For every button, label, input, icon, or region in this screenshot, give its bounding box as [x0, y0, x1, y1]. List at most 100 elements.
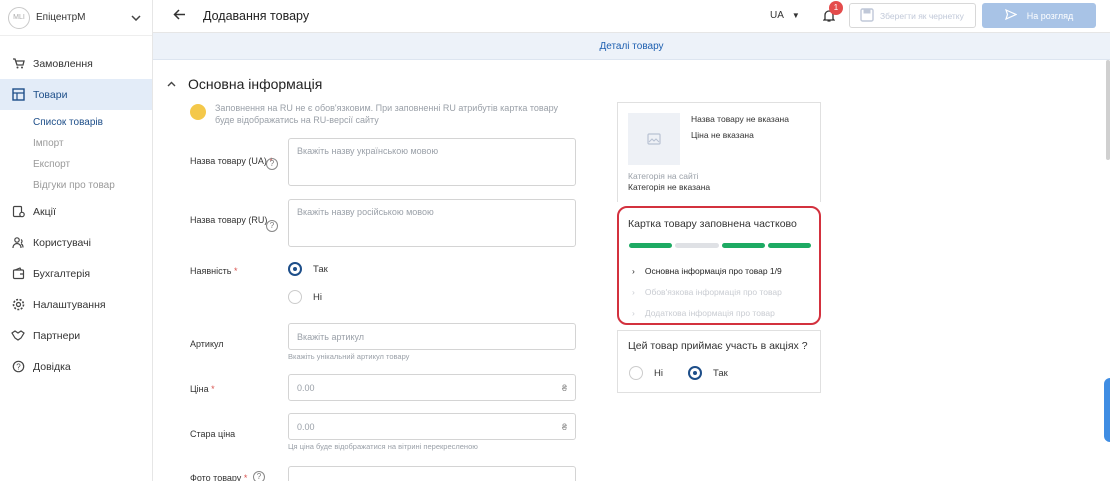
section-title: Основна інформація: [188, 76, 323, 92]
caret-down-icon: ▼: [791, 11, 800, 20]
preview-price: Ціна не вказана: [691, 130, 754, 140]
availability-label: Наявність *: [190, 265, 237, 277]
shop-switcher[interactable]: MLI ЕпіцентрМ: [0, 0, 152, 36]
availability-yes-radio[interactable]: Так: [288, 262, 328, 276]
section-header[interactable]: Основна інформація: [167, 76, 322, 92]
sku-label: Артикул: [190, 339, 224, 349]
scrollbar[interactable]: [1106, 60, 1110, 160]
preview-name: Назва товару не вказана: [691, 114, 789, 124]
price-value: 0.00: [297, 382, 315, 393]
availability-label-text: Наявність: [190, 266, 232, 276]
help-icon[interactable]: ?: [266, 220, 278, 232]
chevron-right-icon: ›: [632, 266, 635, 276]
price-input[interactable]: 0.00 ₴: [288, 374, 576, 401]
promo-yes-radio[interactable]: Так: [688, 366, 728, 380]
sidebar-item-products[interactable]: Товари: [0, 79, 152, 110]
sidebar-item-promotions[interactable]: Акції: [0, 196, 152, 227]
shop-name: ЕпіцентрМ: [36, 12, 86, 23]
radio-label: Так: [713, 367, 728, 379]
notice-text: Заповнення на RU не є обов'язковим. При …: [215, 103, 559, 125]
currency-icon: ₴: [561, 383, 567, 393]
availability-no-radio[interactable]: Ні: [288, 290, 322, 304]
preview-category-label: Категорія на сайті: [628, 171, 699, 181]
completion-row-basic[interactable]: › Основна інформація про товар 1/9: [632, 266, 782, 276]
promo-no-radio[interactable]: Ні: [629, 366, 663, 380]
radio-unchecked-icon: [288, 290, 302, 304]
sidebar-sub-product-list[interactable]: Список товарів: [0, 112, 152, 133]
required-mark: *: [243, 473, 248, 481]
row-label: Основна інформація про товар 1/9: [644, 266, 782, 276]
chevron-right-icon: ›: [632, 308, 635, 318]
sidebar: MLI ЕпіцентрМ Замовлення Товари Список т…: [0, 0, 153, 481]
save-icon: [860, 7, 874, 24]
photo-upload-area[interactable]: [288, 466, 576, 481]
old-price-value: 0.00: [297, 421, 315, 432]
completion-row-required[interactable]: › Обов'язкова інформація про товар: [632, 287, 782, 297]
progress-segment: [675, 243, 719, 248]
chevron-up-icon[interactable]: [167, 79, 176, 90]
gear-icon: [11, 298, 25, 312]
cart-icon: [11, 57, 25, 71]
save-draft-label: Зберегти як чернетку: [880, 10, 964, 21]
radio-label: Ні: [313, 291, 322, 303]
sidebar-item-settings[interactable]: Налаштування: [0, 289, 152, 320]
currency-icon: ₴: [561, 422, 567, 432]
sidebar-item-partners[interactable]: Партнери: [0, 320, 152, 351]
sidebar-sub-import[interactable]: Імпорт: [0, 133, 152, 154]
radio-unchecked-icon: [629, 366, 643, 380]
name-ru-input[interactable]: Вкажіть назву російською мовою: [288, 199, 576, 247]
sidebar-sub-export[interactable]: Експорт: [0, 154, 152, 175]
name-ua-input[interactable]: Вкажіть назву українською мовою: [288, 138, 576, 186]
sidebar-item-accounting[interactable]: Бухгалтерія: [0, 258, 152, 289]
back-arrow-icon[interactable]: [173, 7, 187, 25]
send-icon: [1004, 8, 1018, 22]
notification-badge: 1: [829, 1, 843, 15]
side-chat-tab[interactable]: [1104, 378, 1110, 442]
promotions-card: Цей товар приймає участь в акціях ? Ні Т…: [617, 330, 821, 393]
old-price-input[interactable]: 0.00 ₴: [288, 413, 576, 440]
sidebar-nav: Замовлення Товари Список товарів Імпорт …: [0, 36, 152, 382]
price-label-text: Ціна: [190, 384, 209, 394]
tab-product-details[interactable]: Деталі товару: [153, 33, 1110, 60]
help-icon: ?: [11, 360, 25, 374]
sku-hint: Вкажіть унікальний артикул товару: [288, 352, 410, 361]
language-value: UA: [770, 10, 784, 21]
row-label: Обов'язкова інформація про товар: [644, 287, 782, 297]
completion-row-additional[interactable]: › Додаткова інформація про товар: [632, 308, 775, 318]
sidebar-item-label: Товари: [33, 88, 68, 101]
preview-category-value: Категорія не вказана: [628, 182, 711, 192]
promotions-question: Цей товар приймає участь в акціях ?: [628, 340, 808, 352]
sidebar-item-users[interactable]: Користувачі: [0, 227, 152, 258]
sidebar-item-orders[interactable]: Замовлення: [0, 48, 152, 79]
progress-segment: [767, 243, 811, 248]
svg-text:?: ?: [16, 362, 21, 371]
chevron-right-icon: ›: [632, 287, 635, 297]
progress-segment: [629, 243, 673, 248]
sidebar-item-label: Налаштування: [33, 298, 106, 311]
completion-title: Картка товару заповнена частково: [628, 218, 797, 230]
required-mark: *: [211, 384, 215, 394]
sidebar-sub-reviews[interactable]: Відгуки про товар: [0, 175, 152, 196]
required-mark: *: [233, 266, 238, 276]
shop-logo: MLI: [8, 6, 30, 29]
help-icon[interactable]: ?: [253, 471, 265, 481]
save-draft-button[interactable]: Зберегти як чернетку: [849, 3, 976, 28]
sidebar-item-label: Довідка: [33, 360, 71, 373]
progress-segment: [721, 243, 765, 248]
sidebar-item-label: Бухгалтерія: [33, 267, 91, 280]
submit-review-label: На розгляд: [1026, 10, 1074, 21]
sidebar-item-label: Замовлення: [33, 57, 93, 70]
submit-review-button[interactable]: На розгляд: [982, 3, 1096, 28]
top-header: Додавання товару UA ▼ 1 Зберегти як черне…: [153, 0, 1110, 33]
language-select[interactable]: UA ▼: [770, 10, 800, 21]
old-price-label: Стара ціна: [190, 429, 236, 439]
sku-input[interactable]: Вкажіть артикул: [288, 323, 576, 350]
chevron-down-icon[interactable]: [128, 13, 144, 23]
language-notice: Заповнення на RU не є обов'язковим. При …: [190, 102, 570, 126]
price-label: Ціна *: [190, 383, 215, 395]
page-title: Додавання товару: [203, 9, 310, 23]
grid-icon: [11, 88, 25, 102]
sidebar-item-help[interactable]: ? Довідка: [0, 351, 152, 382]
wallet-icon: [11, 267, 25, 281]
help-icon[interactable]: ?: [266, 158, 278, 170]
